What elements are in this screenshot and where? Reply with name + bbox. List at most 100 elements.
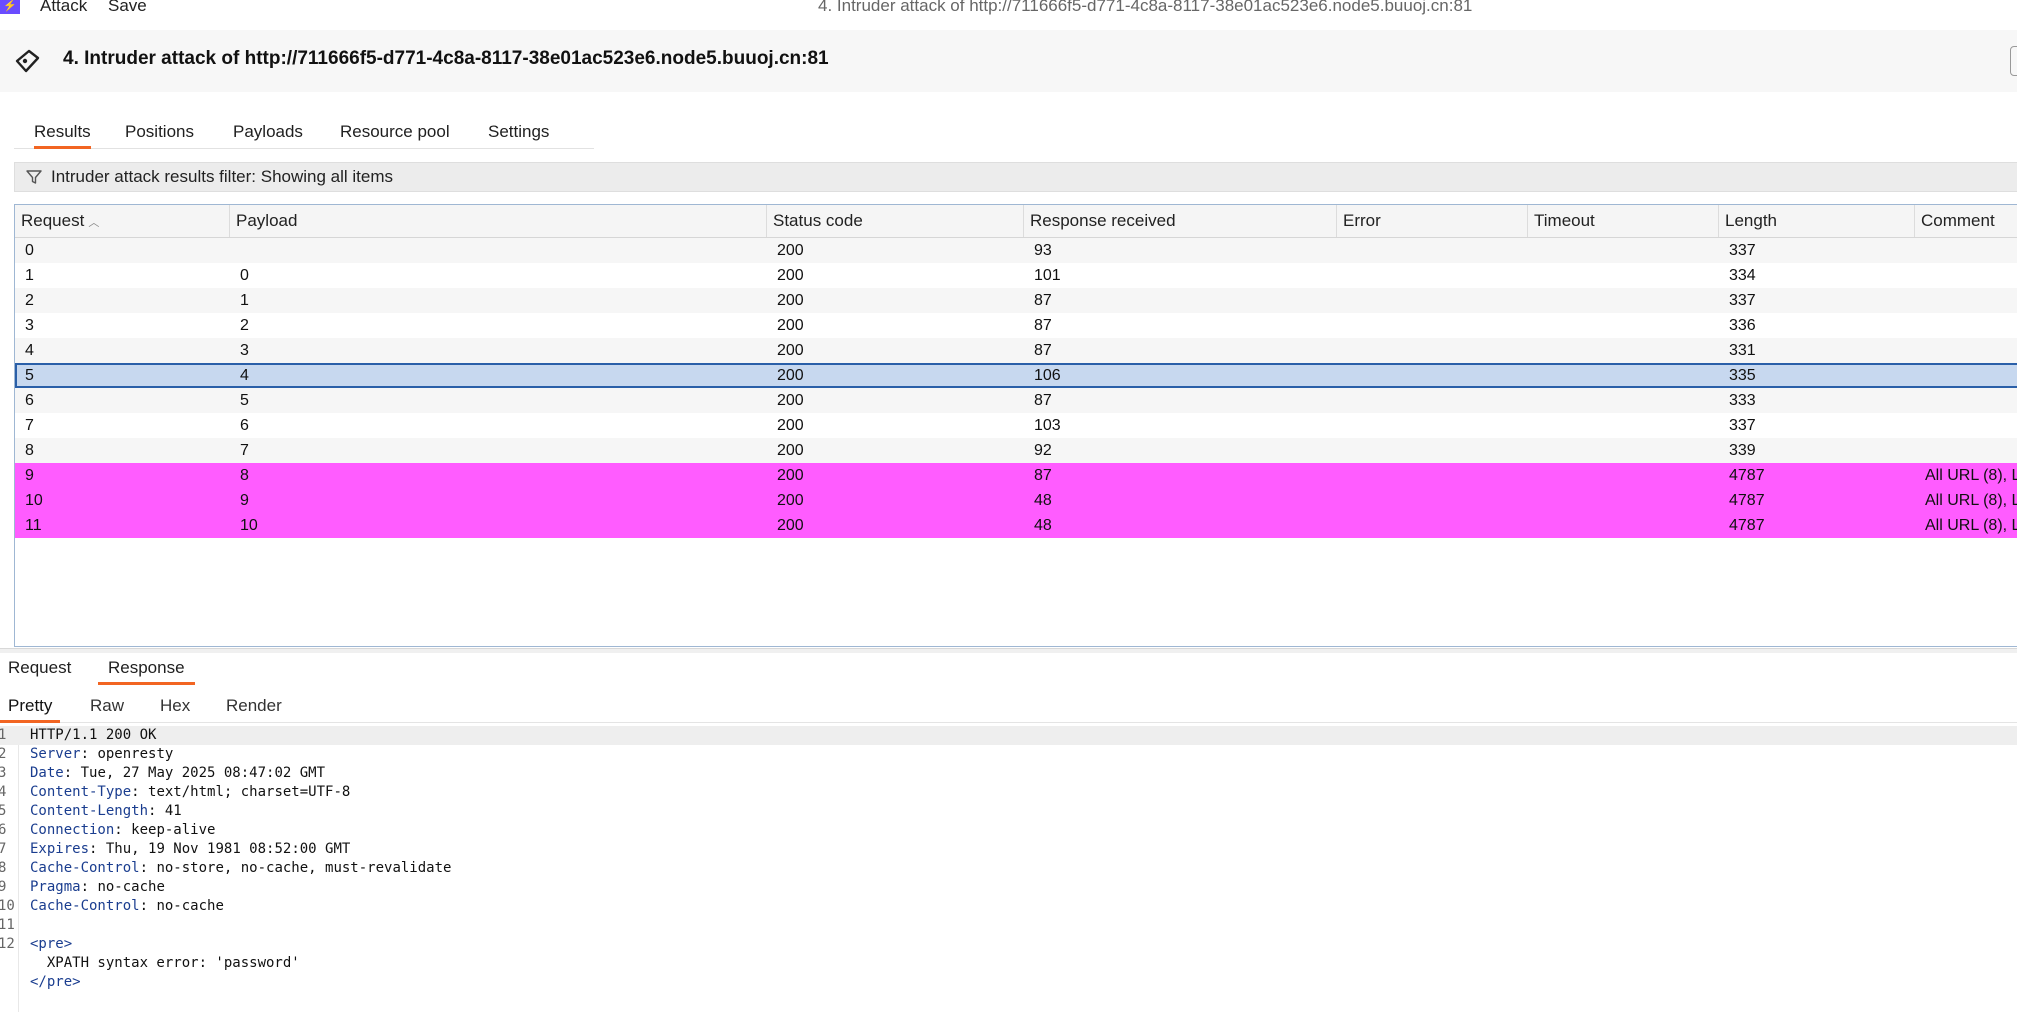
cell-received: 87 (1034, 467, 1052, 484)
menu-attack[interactable]: Attack (40, 0, 87, 16)
header-value: Thu, 19 Nov 1981 08:52:00 GMT (97, 841, 351, 857)
header-value: text/html; charset=UTF-8 (139, 784, 351, 800)
cell-status: 200 (777, 292, 804, 309)
code-line: 6 Connection: keep-alive (0, 821, 2017, 840)
split-pane-divider[interactable] (0, 648, 2017, 653)
cell-error (1337, 338, 1528, 363)
body-text: HTTP/1.1 200 OK (30, 727, 157, 743)
column-header-payload[interactable]: Payload (230, 205, 767, 237)
code-line: 10 Cache-Control: no-cache (0, 897, 2017, 916)
cell-request: 0 (25, 242, 34, 259)
cell-comment (1915, 363, 2017, 388)
table-row[interactable]: 10 9 200 48 4787 All URL (8), Li (15, 488, 2017, 513)
cell-received: 48 (1034, 492, 1052, 509)
tab-payloads[interactable]: Payloads (233, 120, 303, 146)
table-row[interactable]: 1 0 200 101 334 (15, 263, 2017, 288)
cell-request: 10 (25, 492, 43, 509)
header-value: keep-alive (122, 822, 216, 838)
column-header-timeout[interactable]: Timeout (1528, 205, 1719, 237)
results-filter-bar[interactable]: Intruder attack results filter: Showing … (14, 162, 2017, 192)
line-number: 6 (0, 822, 7, 838)
cell-length: 331 (1729, 342, 1756, 359)
header-key: Connection (30, 822, 115, 838)
response-editor[interactable]: 1 HTTP/1.1 200 OK 2 Server: openresty 3 Date:… (0, 726, 2017, 1012)
cell-timeout (1528, 263, 1719, 288)
body-text: XPATH syntax error: 'password' (30, 955, 300, 971)
table-row[interactable]: 0 200 93 337 (15, 238, 2017, 263)
tab-resource-pool[interactable]: Resource pool (340, 120, 450, 146)
code-line: 9 Pragma: no-cache (0, 878, 2017, 897)
tab-raw[interactable]: Raw (90, 696, 124, 720)
cell-error (1337, 288, 1528, 313)
cell-timeout (1528, 413, 1719, 438)
table-body: 0 200 93 337 1 0 200 101 334 2 1 200 87 337 3 2 200 87 336… (15, 238, 2017, 538)
code-line: 4 Content-Type: text/html; charset=UTF-8 (0, 783, 2017, 802)
cell-received: 48 (1034, 517, 1052, 534)
column-header-error[interactable]: Error (1337, 205, 1528, 237)
code-line: </pre> (0, 973, 2017, 992)
line-number: 5 (0, 803, 7, 819)
menu-bar: ⚡ Attack Save 4. Intruder attack of http… (0, 0, 2017, 22)
tab-request[interactable]: Request (8, 658, 71, 682)
menu-save[interactable]: Save (108, 0, 147, 16)
column-header-length[interactable]: Length (1719, 205, 1915, 237)
cell-error (1337, 513, 1528, 538)
table-row[interactable]: 2 1 200 87 337 (15, 288, 2017, 313)
tab-settings[interactable]: Settings (488, 120, 549, 146)
column-header-request[interactable]: Request ︿ (15, 205, 230, 237)
cell-status: 200 (777, 467, 804, 484)
cell-payload (230, 238, 767, 263)
window-control-button[interactable] (2010, 46, 2017, 76)
cell-payload: 3 (240, 342, 249, 359)
cell-comment (1915, 238, 2017, 263)
line-number: 11 (0, 917, 15, 933)
cell-timeout (1528, 363, 1719, 388)
tab-response[interactable]: Response (98, 658, 195, 685)
table-row[interactable]: 7 6 200 103 337 (15, 413, 2017, 438)
intruder-icon (12, 48, 42, 74)
column-header-comment[interactable]: Comment (1915, 205, 2017, 237)
code-text: Content-Length: 41 (30, 803, 182, 819)
tab-positions[interactable]: Positions (125, 120, 194, 146)
line-number: 8 (0, 860, 7, 876)
message-tabs: Request Response (0, 656, 2017, 685)
page-title: 4. Intruder attack of http://711666f5-d7… (63, 48, 829, 69)
code-line: 11 (0, 916, 2017, 935)
tab-hex[interactable]: Hex (160, 696, 190, 720)
line-number: 3 (0, 765, 7, 781)
cell-received: 101 (1034, 267, 1061, 284)
cell-status: 200 (777, 392, 804, 409)
cell-comment (1915, 313, 2017, 338)
table-row[interactable]: 9 8 200 87 4787 All URL (8), Li (15, 463, 2017, 488)
header-value: no-cache (148, 898, 224, 914)
code-text: Expires: Thu, 19 Nov 1981 08:52:00 GMT (30, 841, 351, 857)
table-row[interactable]: 11 10 200 48 4787 All URL (8), Li (15, 513, 2017, 538)
table-row[interactable]: 6 5 200 87 333 (15, 388, 2017, 413)
cell-status: 200 (777, 342, 804, 359)
cell-status: 200 (777, 417, 804, 434)
cell-timeout (1528, 438, 1719, 463)
column-header-status-code[interactable]: Status code (767, 205, 1024, 237)
cell-request: 8 (25, 442, 34, 459)
table-row[interactable]: 4 3 200 87 331 (15, 338, 2017, 363)
cell-timeout (1528, 513, 1719, 538)
tab-results[interactable]: Results (34, 120, 91, 149)
table-row[interactable]: 5 4 200 106 335 (15, 363, 2017, 388)
cell-request: 9 (25, 467, 34, 484)
cell-request: 3 (25, 317, 34, 334)
table-row[interactable]: 8 7 200 92 339 (15, 438, 2017, 463)
column-header-response-received[interactable]: Response received (1024, 205, 1337, 237)
header-key: Content-Length (30, 803, 149, 819)
results-table: Request ︿ Payload Status code Response re… (14, 204, 2017, 647)
code-text: </pre> (30, 973, 81, 992)
filter-icon (25, 168, 43, 186)
table-row[interactable]: 3 2 200 87 336 (15, 313, 2017, 338)
line-number: 4 (0, 784, 7, 800)
cell-received: 106 (1034, 367, 1061, 384)
tab-render[interactable]: Render (226, 696, 282, 720)
cell-request: 4 (25, 342, 34, 359)
tab-pretty[interactable]: Pretty (0, 696, 61, 723)
cell-timeout (1528, 488, 1719, 513)
code-text: Server: openresty (30, 746, 174, 762)
cell-status: 200 (777, 367, 804, 384)
